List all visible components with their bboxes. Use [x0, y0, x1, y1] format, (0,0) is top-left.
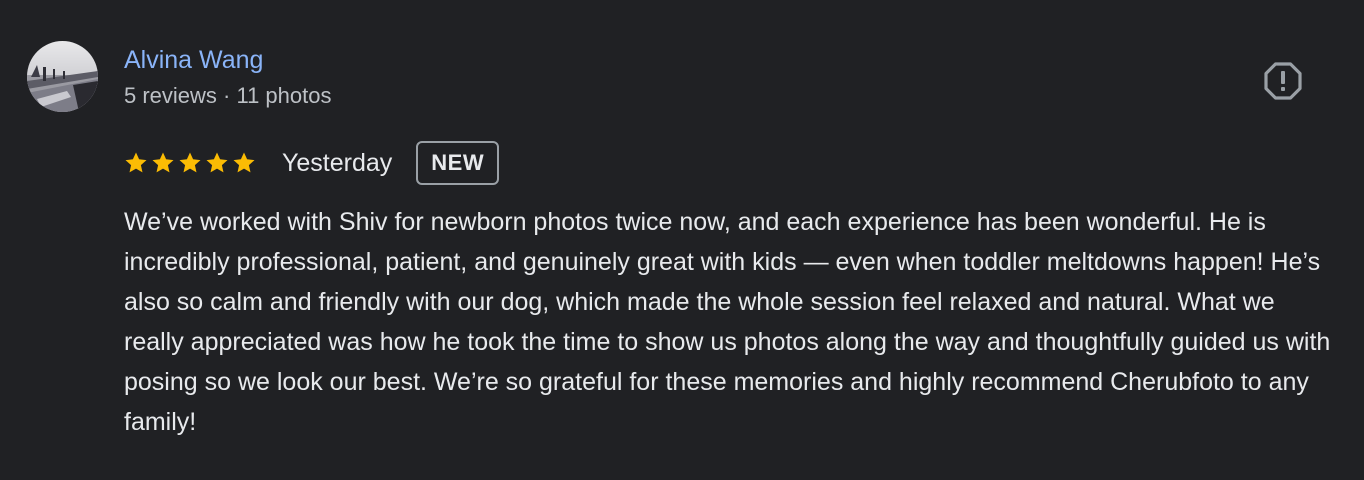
avatar[interactable]: [27, 41, 98, 112]
star-icon: [233, 152, 255, 173]
report-button[interactable]: [1264, 62, 1302, 100]
author-meta: 5 reviews · 11 photos: [124, 83, 332, 108]
star-icon: [179, 152, 201, 173]
star-icon: [152, 152, 174, 173]
star-rating: [124, 151, 256, 175]
star-icon: [125, 152, 147, 173]
rating-row: Yesterday NEW: [124, 139, 500, 187]
author-name-link[interactable]: Alvina Wang: [124, 44, 263, 76]
review-text: We’ve worked with Shiv for newborn photo…: [124, 208, 1331, 436]
star-icon: [206, 152, 228, 173]
report-flag-icon: [1264, 62, 1302, 100]
new-badge: NEW: [416, 141, 500, 185]
review-card: Alvina Wang 5 reviews · 11 photos Yester…: [0, 0, 1364, 480]
profile-photo-icon: [27, 41, 98, 112]
review-date: Yesterday: [282, 148, 393, 177]
